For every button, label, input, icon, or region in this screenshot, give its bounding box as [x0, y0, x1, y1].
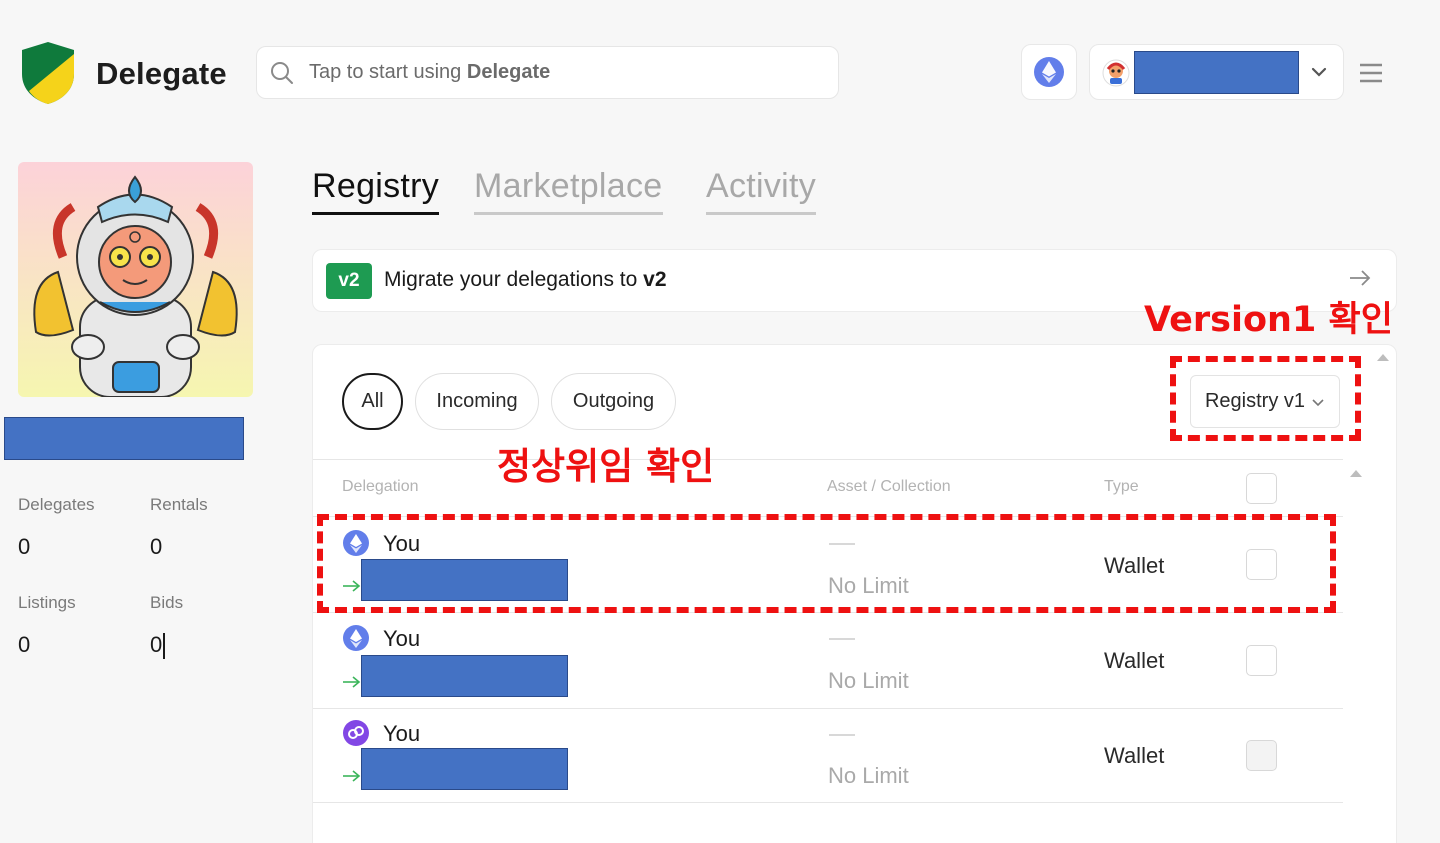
column-header-delegation: Delegation [342, 478, 419, 495]
v2-badge: v2 [326, 263, 372, 299]
stat-value-bids: 0 [150, 632, 166, 660]
stat-label-rentals: Rentals [150, 495, 208, 514]
network-switch-button[interactable] [1021, 44, 1077, 100]
arrow-right-icon [1350, 270, 1371, 286]
select-all-checkbox[interactable] [1246, 473, 1277, 504]
ethereum-icon [1034, 57, 1064, 87]
table-scroll-up-arrow[interactable] [1350, 470, 1362, 477]
tab-registry[interactable]: Registry [312, 167, 440, 215]
column-header-type: Type [1104, 478, 1139, 495]
asset-placeholder-dash [829, 638, 855, 640]
stat-label-bids: Bids [150, 593, 184, 612]
column-header-asset: Asset / Collection [827, 478, 951, 495]
search-bar[interactable]: Tap to start using Delegate [256, 46, 839, 99]
search-placeholder: Tap to start using Delegate [309, 61, 551, 83]
redacted-delegate-address [361, 655, 568, 697]
row-limit: No Limit [828, 763, 909, 788]
stat-label-delegates: Delegates [18, 495, 95, 514]
tab-activity[interactable]: Activity [706, 167, 817, 215]
arrow-right-icon [343, 770, 361, 782]
row-checkbox[interactable] [1246, 645, 1277, 676]
panel-scroll-up-arrow[interactable] [1377, 354, 1389, 361]
migrate-text: Migrate your delegations to v2 [384, 268, 667, 291]
ethereum-icon [343, 625, 369, 651]
stat-value-delegates: 0 [18, 534, 31, 559]
profile-avatar [18, 162, 253, 397]
arrow-right-icon [343, 676, 361, 688]
redacted-profile-name [4, 417, 244, 460]
chevron-down-icon [1311, 67, 1327, 77]
asset-placeholder-dash [829, 734, 855, 736]
delegate-logo-icon[interactable] [18, 40, 78, 106]
row-type: Wallet [1104, 648, 1165, 673]
divider [313, 708, 1343, 709]
row-checkbox[interactable] [1246, 740, 1277, 771]
row-delegator: You [383, 626, 421, 651]
search-icon [271, 61, 293, 84]
row-delegator: You [383, 721, 421, 746]
annotation-version-highlight-box [1170, 356, 1361, 441]
filter-incoming-button[interactable]: Incoming [415, 373, 539, 430]
stat-value-listings: 0 [18, 632, 31, 657]
tab-marketplace[interactable]: Marketplace [474, 167, 663, 215]
filter-outgoing-button[interactable]: Outgoing [551, 373, 676, 430]
redacted-account-address [1134, 51, 1299, 94]
annotation-normal-delegation-check: 정상위임 확인 [497, 445, 715, 488]
stat-label-listings: Listings [18, 593, 76, 612]
polygon-icon [343, 720, 369, 746]
text-cursor [163, 633, 166, 660]
row-limit: No Limit [828, 668, 909, 693]
annotation-row-highlight-box [317, 514, 1336, 613]
account-button[interactable] [1089, 44, 1344, 100]
divider [313, 802, 1343, 803]
hamburger-menu-icon[interactable] [1357, 60, 1385, 86]
stat-value-rentals: 0 [150, 534, 163, 559]
redacted-delegate-address [361, 748, 568, 790]
brand-name[interactable]: Delegate [96, 56, 227, 92]
account-avatar-icon [1102, 59, 1130, 87]
row-type: Wallet [1104, 743, 1165, 768]
filter-all-button[interactable]: All [342, 373, 403, 430]
divider [313, 459, 1343, 460]
annotation-version-check: Version1 확인 [1144, 300, 1393, 340]
